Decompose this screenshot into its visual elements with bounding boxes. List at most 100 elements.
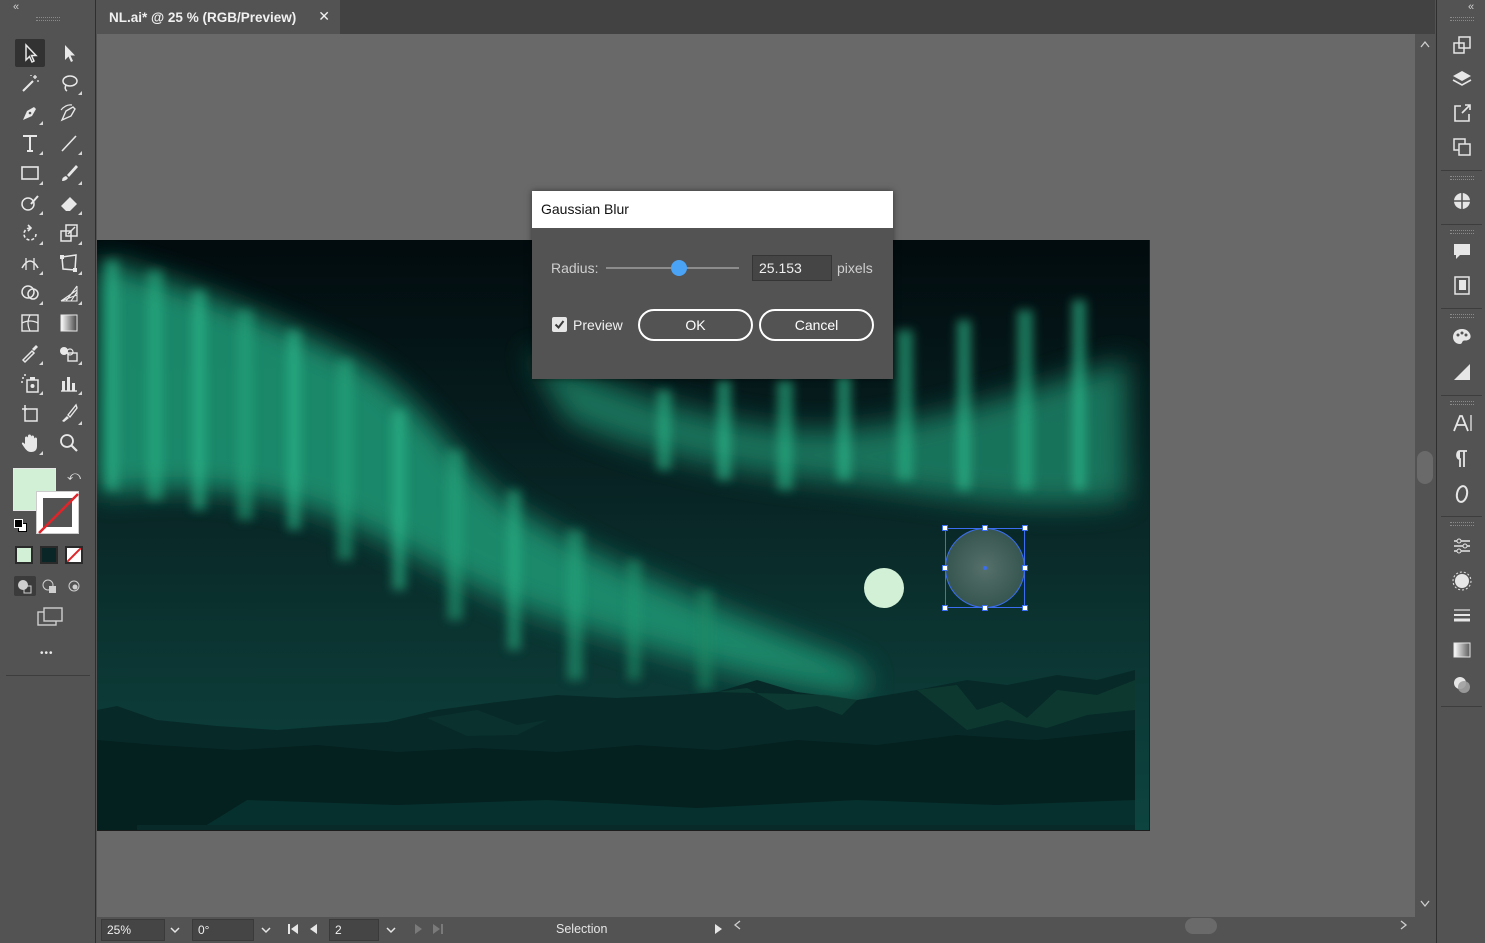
shape-builder-tool[interactable] [15, 279, 45, 307]
collapse-dock-icon[interactable]: « [1468, 1, 1474, 13]
preview-label[interactable]: Preview [573, 317, 623, 333]
selection-handle[interactable] [942, 565, 948, 571]
radius-input[interactable]: 25.153 [752, 255, 832, 281]
ok-button[interactable]: OK [638, 309, 753, 341]
rotate-tool[interactable] [15, 219, 45, 247]
draw-behind-button[interactable] [39, 576, 61, 596]
dock-grip[interactable] [1450, 314, 1474, 318]
collapse-tools-icon[interactable]: « [13, 1, 19, 13]
moon[interactable] [864, 568, 904, 608]
scale-tool[interactable] [54, 219, 84, 247]
last-artboard-icon[interactable] [432, 923, 444, 935]
selection-handle[interactable] [1022, 565, 1028, 571]
previous-artboard-icon[interactable] [309, 923, 319, 935]
edit-toolbar-button[interactable]: ••• [40, 648, 54, 659]
dock-grip[interactable] [1450, 401, 1474, 405]
scroll-down-icon[interactable] [1420, 900, 1430, 908]
horizontal-scroll-thumb[interactable] [1185, 918, 1217, 934]
vertical-scroll-thumb[interactable] [1417, 451, 1433, 484]
status-menu-arrow-icon[interactable] [713, 923, 723, 935]
color-mode-button[interactable] [15, 546, 33, 564]
width-tool[interactable] [15, 249, 45, 277]
canvas-area[interactable] [97, 34, 1415, 917]
opentype-icon[interactable] [1450, 482, 1474, 506]
none-mode-button[interactable] [65, 546, 83, 564]
gradient-icon[interactable] [1450, 638, 1474, 662]
scroll-left-icon[interactable] [733, 920, 741, 930]
artboard-tool[interactable] [15, 399, 45, 427]
blend-tool[interactable] [54, 339, 84, 367]
zoom-dropdown-chevron-icon[interactable] [164, 919, 186, 941]
default-fill-stroke-icon[interactable] [13, 518, 29, 534]
dock-grip[interactable] [1450, 522, 1474, 526]
type-tool[interactable] [15, 129, 45, 157]
radius-slider-knob[interactable] [671, 260, 687, 276]
slice-tool[interactable] [54, 399, 84, 427]
zoom-tool[interactable] [54, 429, 84, 457]
rectangle-tool[interactable] [15, 159, 45, 187]
direct-selection-tool[interactable] [54, 39, 84, 67]
preview-checkbox[interactable] [552, 317, 567, 332]
dock-grip[interactable] [1450, 230, 1474, 234]
perspective-grid-tool[interactable] [54, 279, 84, 307]
shaper-tool[interactable] [15, 189, 45, 217]
selection-handle[interactable] [1022, 525, 1028, 531]
rotation-field[interactable]: 0° [192, 919, 254, 941]
curvature-tool[interactable] [54, 99, 84, 127]
stroke-icon[interactable] [1450, 603, 1474, 627]
scroll-right-icon[interactable] [1400, 920, 1408, 930]
stroke-swatch[interactable] [36, 491, 79, 534]
artboards-icon[interactable] [1450, 33, 1474, 57]
cancel-button[interactable]: Cancel [759, 309, 874, 341]
free-transform-tool[interactable] [54, 249, 84, 277]
export-icon[interactable] [1450, 101, 1474, 125]
scroll-up-icon[interactable] [1420, 40, 1430, 48]
layers-icon[interactable] [1450, 67, 1474, 91]
line-segment-tool[interactable] [54, 129, 84, 157]
mesh-tool[interactable] [15, 309, 45, 337]
gradient-mode-button[interactable] [40, 546, 58, 564]
paintbrush-tool[interactable] [54, 159, 84, 187]
selection-handle[interactable] [942, 605, 948, 611]
selection-handle[interactable] [982, 605, 988, 611]
paragraph-icon[interactable] [1450, 447, 1474, 471]
change-screen-mode-button[interactable] [36, 606, 64, 628]
lasso-tool[interactable] [54, 69, 84, 97]
selection-handle[interactable] [942, 525, 948, 531]
gradient-tool[interactable] [54, 309, 84, 337]
comments-icon[interactable] [1450, 239, 1474, 263]
color-palette-icon[interactable] [1450, 325, 1474, 349]
arrange-icon[interactable] [1450, 135, 1474, 159]
pen-tool[interactable] [15, 99, 45, 127]
dock-grip[interactable] [1450, 176, 1474, 180]
document-tab[interactable]: NL.ai* @ 25 % (RGB/Preview) ✕ [97, 0, 340, 34]
selection-handle[interactable] [982, 525, 988, 531]
artboard-dropdown-chevron-icon[interactable] [380, 919, 402, 941]
column-graph-tool[interactable] [54, 369, 84, 397]
magic-wand-tool[interactable] [15, 69, 45, 97]
transparency-icon[interactable] [1450, 673, 1474, 697]
rotation-dropdown-chevron-icon[interactable] [255, 919, 277, 941]
properties-icon[interactable] [1450, 534, 1474, 558]
eraser-tool[interactable] [54, 189, 84, 217]
zoom-field[interactable]: 25% [101, 919, 165, 941]
first-artboard-icon[interactable] [287, 923, 299, 935]
symbol-sprayer-tool[interactable] [15, 369, 45, 397]
appearance-icon[interactable] [1450, 569, 1474, 593]
libraries-icon[interactable] [1450, 273, 1474, 297]
panel-grip[interactable] [36, 17, 60, 21]
eyedropper-tool[interactable] [15, 339, 45, 367]
draw-inside-button[interactable] [64, 576, 86, 596]
close-tab-icon[interactable]: ✕ [318, 8, 330, 25]
color-guide-icon[interactable] [1450, 189, 1474, 213]
hand-tool[interactable] [15, 429, 45, 457]
selection-tool[interactable] [15, 39, 45, 67]
character-icon[interactable] [1450, 411, 1474, 435]
selection-handle[interactable] [1022, 605, 1028, 611]
horizontal-scrollbar[interactable] [729, 917, 1415, 935]
swap-fill-stroke-icon[interactable]: ⤺ [67, 468, 83, 484]
artboard-number-field[interactable]: 2 [329, 919, 379, 941]
gradient-panel-icon[interactable] [1450, 360, 1474, 384]
next-artboard-icon[interactable] [413, 923, 423, 935]
dock-grip[interactable] [1450, 17, 1474, 21]
